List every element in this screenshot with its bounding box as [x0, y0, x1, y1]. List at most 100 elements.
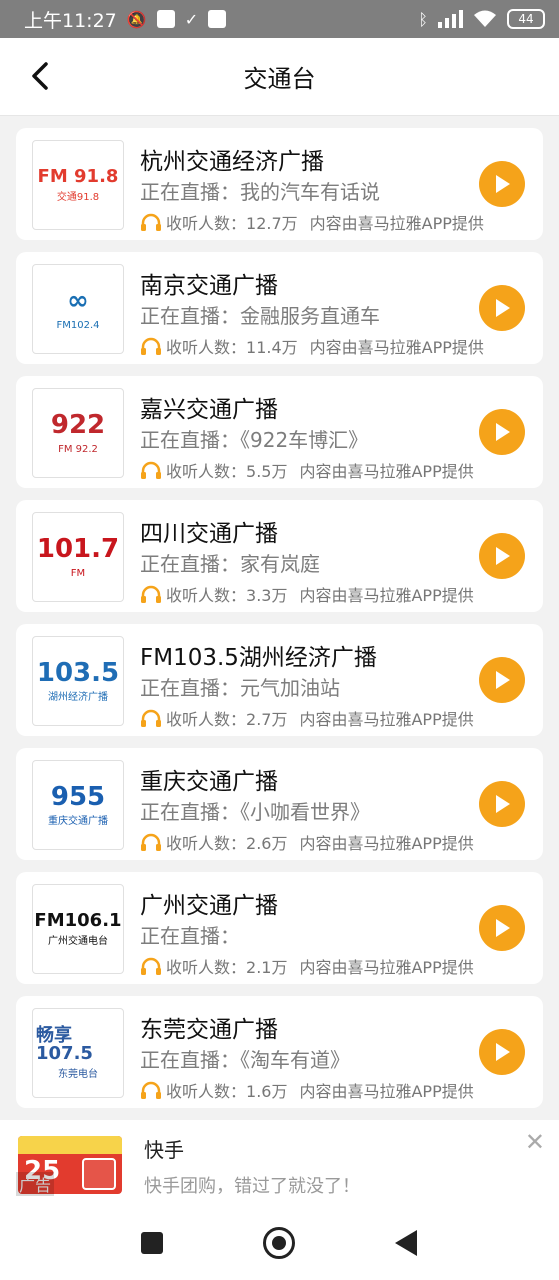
station-meta: 收听人数： 12.7万 内容由喜马拉雅APP提供 — [140, 210, 484, 234]
live-program: 正在直播：《淘车有道》 — [140, 1044, 350, 1073]
play-button[interactable] — [479, 285, 525, 331]
station-logo-main: 103.5 — [36, 657, 120, 688]
listener-count: 2.7万 — [246, 710, 288, 729]
play-button[interactable] — [479, 533, 525, 579]
station-logo-sub: FM102.4 — [56, 319, 100, 331]
listener-label: 收听人数： — [166, 1082, 247, 1101]
program-name: 《淘车有道》 — [240, 1048, 350, 1072]
listener-label: 收听人数： — [166, 338, 247, 357]
signal-icon — [438, 10, 463, 28]
status-time: 上午11:27 — [24, 9, 117, 32]
bluetooth-icon: ᛒ — [418, 9, 428, 29]
station-logo: 畅享107.5 东莞电台 — [32, 1008, 124, 1098]
station-card[interactable]: 103.5 湖州经济广播 FM103.5湖州经济广播 正在直播：元气加油站 收听… — [16, 624, 543, 736]
station-meta: 收听人数： 11.4万 内容由喜马拉雅APP提供 — [140, 334, 484, 358]
listener-count: 2.1万 — [246, 958, 288, 977]
station-meta: 收听人数： 2.1万 内容由喜马拉雅APP提供 — [140, 954, 474, 978]
play-icon — [496, 795, 510, 813]
provider-note: 内容由喜马拉雅APP提供 — [299, 462, 474, 481]
live-program: 正在直播：我的汽车有话说 — [140, 176, 380, 205]
live-program: 正在直播：金融服务直通车 — [140, 300, 380, 329]
home-button[interactable] — [263, 1227, 295, 1259]
station-logo-main: 101.7 — [36, 533, 120, 564]
system-back-button[interactable] — [395, 1230, 417, 1256]
listener-label: 收听人数： — [166, 958, 247, 977]
play-button[interactable] — [479, 905, 525, 951]
station-logo-main: FM 91.8 — [37, 165, 119, 187]
play-button[interactable] — [479, 657, 525, 703]
live-program: 正在直播：《小咖看世界》 — [140, 796, 370, 825]
station-card[interactable]: 955 重庆交通广播 重庆交通广播 正在直播：《小咖看世界》 收听人数： 2.6万… — [16, 748, 543, 860]
program-name: 《小咖看世界》 — [240, 800, 370, 824]
chevron-left-icon — [32, 62, 48, 90]
mute-icon: 🔕 — [126, 9, 147, 29]
play-icon — [496, 175, 510, 193]
provider-note: 内容由喜马拉雅APP提供 — [299, 1082, 474, 1101]
back-button[interactable] — [24, 60, 56, 92]
listener-count: 11.4万 — [246, 338, 298, 357]
station-logo: FM 91.8 交通91.8 — [32, 140, 124, 230]
program-name: 元气加油站 — [240, 676, 340, 700]
listener-label: 收听人数： — [166, 462, 247, 481]
station-card[interactable]: ∞ FM102.4 南京交通广播 正在直播：金融服务直通车 收听人数： 11.4万… — [16, 252, 543, 364]
system-nav-bar — [0, 1208, 559, 1280]
headphones-icon — [141, 337, 161, 355]
listener-label: 收听人数： — [166, 710, 247, 729]
live-prefix: 正在直播： — [140, 924, 240, 948]
headphones-icon — [141, 213, 161, 231]
station-logo: 103.5 湖州经济广播 — [32, 636, 124, 726]
station-logo-sub: 交通91.8 — [56, 191, 100, 203]
station-meta: 收听人数： 3.3万 内容由喜马拉雅APP提供 — [140, 582, 474, 606]
recent-apps-button[interactable] — [141, 1232, 163, 1254]
live-prefix: 正在直播： — [140, 800, 240, 824]
station-name: 嘉兴交通广播 — [140, 397, 278, 423]
checkmark-icon: ✓ — [184, 9, 199, 29]
station-logo: ∞ FM102.4 — [32, 264, 124, 354]
station-card[interactable]: FM106.1 广州交通电台 广州交通广播 正在直播： 收听人数： 2.1万 内容… — [16, 872, 543, 984]
listener-count: 12.7万 — [246, 214, 298, 233]
ad-description: 快手团购，错过了就没了！ — [144, 1176, 360, 1197]
cart-icon — [82, 1158, 116, 1190]
program-name: 家有岚庭 — [240, 552, 320, 576]
station-logo-main: ∞ — [67, 285, 89, 316]
station-logo-main: 922 — [50, 409, 106, 440]
listener-count: 1.6万 — [246, 1082, 288, 1101]
station-logo-main: 955 — [50, 781, 106, 812]
headphones-icon — [141, 709, 161, 727]
live-prefix: 正在直播： — [140, 428, 240, 452]
station-card[interactable]: 畅享107.5 东莞电台 东莞交通广播 正在直播：《淘车有道》 收听人数： 1.6… — [16, 996, 543, 1108]
station-meta: 收听人数： 5.5万 内容由喜马拉雅APP提供 — [140, 458, 474, 482]
ad-title: 快手 — [144, 1138, 184, 1162]
station-name: 南京交通广播 — [140, 273, 278, 299]
ad-banner[interactable]: 25 广告 快手 快手团购，错过了就没了！ ✕ — [0, 1120, 559, 1208]
program-name: 《922车博汇》 — [240, 428, 369, 452]
live-prefix: 正在直播： — [140, 304, 240, 328]
live-program: 正在直播：家有岚庭 — [140, 548, 320, 577]
program-name: 我的汽车有话说 — [240, 180, 380, 204]
live-program: 正在直播：《922车博汇》 — [140, 424, 368, 453]
play-icon — [496, 919, 510, 937]
station-list: FM 91.8 交通91.8 杭州交通经济广播 正在直播：我的汽车有话说 收听人… — [16, 128, 543, 1120]
station-name: 四川交通广播 — [140, 521, 278, 547]
provider-note: 内容由喜马拉雅APP提供 — [299, 958, 474, 977]
play-button[interactable] — [479, 161, 525, 207]
play-icon — [496, 671, 510, 689]
play-button[interactable] — [479, 409, 525, 455]
provider-note: 内容由喜马拉雅APP提供 — [309, 338, 484, 357]
station-logo-sub: 湖州经济广播 — [48, 691, 108, 703]
listener-count: 2.6万 — [246, 834, 288, 853]
play-icon — [496, 423, 510, 441]
station-name: 杭州交通经济广播 — [140, 149, 324, 175]
program-name: 金融服务直通车 — [240, 304, 380, 328]
station-logo: 955 重庆交通广播 — [32, 760, 124, 850]
headphones-icon — [141, 585, 161, 603]
wifi-icon — [474, 10, 496, 27]
listener-label: 收听人数： — [166, 834, 247, 853]
play-button[interactable] — [479, 781, 525, 827]
close-icon[interactable]: ✕ — [525, 1128, 545, 1156]
station-card[interactable]: 922 FM 92.2 嘉兴交通广播 正在直播：《922车博汇》 收听人数： 5.… — [16, 376, 543, 488]
station-card[interactable]: 101.7 FM 四川交通广播 正在直播：家有岚庭 收听人数： 3.3万 内容由喜… — [16, 500, 543, 612]
play-button[interactable] — [479, 1029, 525, 1075]
listener-label: 收听人数： — [166, 586, 247, 605]
station-card[interactable]: FM 91.8 交通91.8 杭州交通经济广播 正在直播：我的汽车有话说 收听人… — [16, 128, 543, 240]
